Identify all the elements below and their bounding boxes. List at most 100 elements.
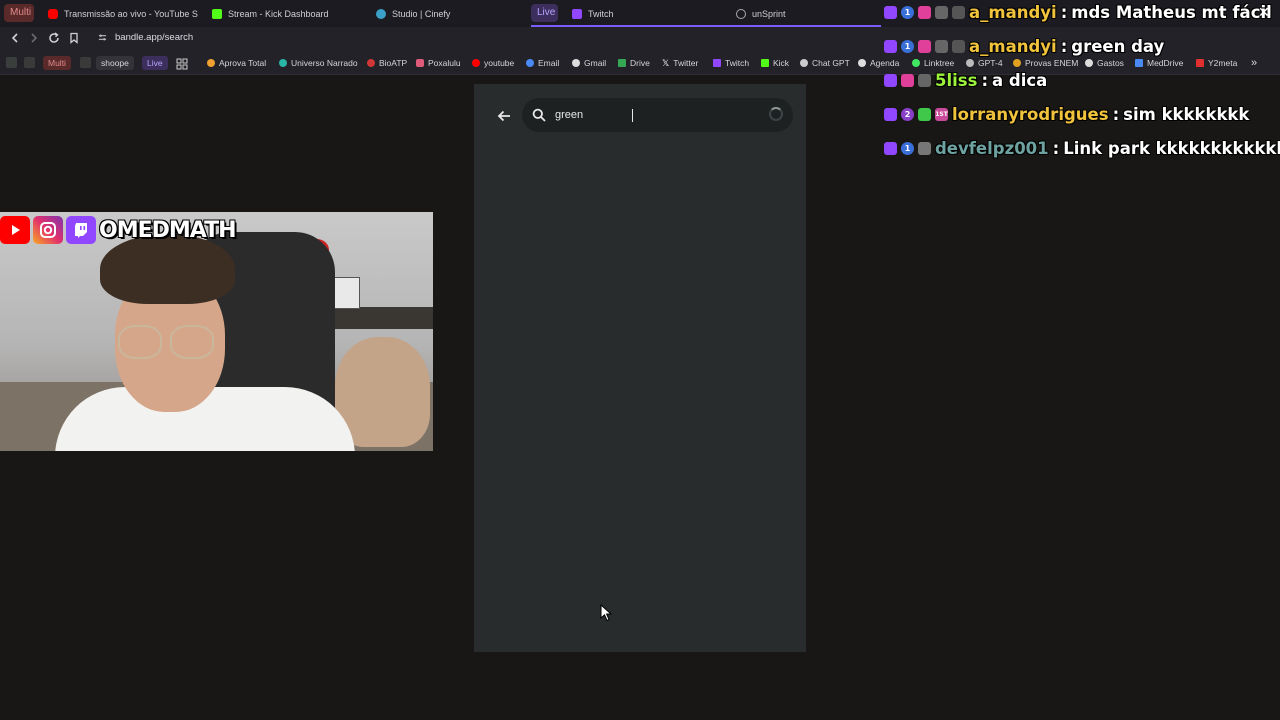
apps-grid-icon[interactable] (176, 57, 188, 70)
forward-nav-icon[interactable] (27, 32, 41, 46)
bookmark-universo-narrado[interactable]: Universo Narrado (279, 55, 358, 71)
avatar-badge-icon (935, 40, 948, 53)
bookmark-gpt4[interactable]: GPT-4 (966, 55, 1003, 71)
avatar-badge-icon (918, 142, 931, 155)
cinefy-icon (376, 8, 386, 19)
chat-message: 5liss : a dica (884, 71, 1047, 90)
tab-cinefy[interactable]: Studio | Cinefy (376, 3, 526, 24)
bookmark-email[interactable]: Email (526, 55, 559, 71)
bookmark-poxalulu[interactable]: Poxalulu (416, 55, 461, 71)
mouse-cursor-icon (600, 604, 612, 622)
tab-label: Twitch (588, 8, 614, 19)
search-box[interactable] (522, 98, 793, 132)
bookmark-label: Twitch (725, 58, 750, 68)
tab-twitch[interactable]: Twitch (572, 3, 722, 24)
bookmark-label: Twitter (673, 58, 699, 68)
tab-unsprint[interactable]: unSprint (736, 3, 876, 24)
app-shortcut-icon[interactable] (24, 57, 35, 68)
bioatp-icon (367, 59, 375, 67)
bookmark-label: MedDrive (1147, 58, 1184, 68)
tab-kick-dashboard[interactable]: Stream - Kick Dashboard (212, 3, 362, 24)
chat-text: green day (1071, 37, 1165, 56)
globe-icon (736, 8, 746, 19)
google-icon (858, 59, 866, 67)
arrow-left-icon (497, 110, 510, 122)
google-icon (572, 59, 580, 67)
y2meta-icon (1196, 59, 1204, 67)
bookmark-label: Poxalulu (428, 58, 461, 68)
google-icon (1085, 59, 1093, 67)
bookmark-gastos[interactable]: Gastos (1085, 55, 1124, 71)
chat-username: a_mandyi (969, 3, 1057, 22)
bookmark-y2meta[interactable]: Y2meta (1196, 55, 1237, 71)
bookmark-group-live[interactable]: Live (142, 56, 168, 70)
bookmark-provas-enem[interactable]: Provas ENEM (1013, 55, 1078, 71)
universo-narrado-icon (279, 59, 287, 67)
bookmark-meddrive[interactable]: MedDrive (1135, 55, 1183, 71)
sub-badge-icon: 1 (901, 6, 914, 19)
gem-badge-icon (918, 6, 931, 19)
kick-icon (212, 8, 222, 19)
kick-icon (761, 59, 769, 67)
twitch-badge-icon (884, 108, 897, 121)
bookmark-label: Drive (630, 58, 650, 68)
bookmark-youtube[interactable]: youtube (472, 55, 514, 71)
social-handle-overlay: OMEDMATH (0, 215, 237, 245)
chat-separator: : (1060, 37, 1068, 56)
bookmark-group-shoope[interactable]: shoope (96, 56, 134, 70)
bookmark-label: BioATP (379, 58, 408, 68)
chat-message: 1 a_mandyi : mds Matheus mt fácil (884, 3, 1272, 22)
tab-youtube-studio[interactable]: Transmissão ao vivo - YouTube Studio (48, 3, 198, 24)
email-icon (526, 59, 534, 67)
bookmark-twitch[interactable]: Twitch (713, 55, 749, 71)
site-info-icon[interactable] (98, 33, 107, 42)
back-nav-icon[interactable] (8, 32, 22, 46)
bookmark-label: Provas ENEM (1025, 58, 1079, 68)
bookmark-label: Kick (773, 58, 790, 68)
aprova-total-icon (207, 59, 215, 67)
twitch-icon (713, 59, 721, 67)
chat-username: devfelpz001 (935, 139, 1049, 158)
reload-icon[interactable] (47, 32, 61, 46)
chat-message: 2 1ST lorranyrodrigues : sim kkkkkkkk (884, 105, 1249, 124)
bookmark-chat-gpt[interactable]: Chat GPT (800, 55, 850, 71)
chat-separator: : (1112, 105, 1120, 124)
bookmark-gmail[interactable]: Gmail (572, 55, 606, 71)
app-shortcut-icon[interactable] (6, 57, 17, 68)
bookmark-group-multi[interactable]: Multi (43, 56, 71, 70)
address-bar[interactable]: bandle.app/search (98, 32, 193, 43)
more-bookmarks-icon[interactable]: » (1251, 55, 1257, 71)
back-arrow-button[interactable] (494, 106, 514, 126)
bookmark-kick[interactable]: Kick (761, 55, 789, 71)
bookmark-label: Aprova Total (219, 58, 267, 68)
tab-label: unSprint (752, 8, 786, 19)
tab-group-live[interactable]: Live (531, 4, 558, 22)
bookmark-label: Chat GPT (812, 58, 850, 68)
bookmark-twitter[interactable]: 𝕏 Twitter (662, 55, 698, 71)
chat-text: sim kkkkkkkk (1123, 105, 1250, 124)
twitch-badge-icon (884, 40, 897, 53)
sub-badge-icon: 1 (901, 40, 914, 53)
folder-icon[interactable] (80, 57, 91, 68)
search-input[interactable] (555, 106, 755, 124)
chat-separator: : (1052, 139, 1060, 158)
glasses-right (170, 325, 214, 359)
bookmark-linktree[interactable]: Linktree (912, 55, 954, 71)
bookmark-agenda[interactable]: Agenda (858, 55, 899, 71)
drive-icon (618, 59, 626, 67)
bookmark-icon[interactable] (67, 32, 81, 46)
first-badge-icon: 1ST (935, 108, 948, 121)
tab-group-multi[interactable]: Multi (4, 4, 34, 22)
bookmark-aprova-total[interactable]: Aprova Total (207, 55, 266, 71)
sub-badge-icon: 2 (901, 108, 914, 121)
bookmark-drive[interactable]: Drive (618, 55, 650, 71)
bookmark-bioatp[interactable]: BioATP (367, 55, 407, 71)
chat-text: a dica (992, 71, 1048, 90)
close-icon[interactable]: ✕ (1258, 4, 1270, 21)
youtube-icon (48, 8, 58, 19)
text-caret (632, 109, 633, 122)
bookmark-label: Y2meta (1208, 58, 1238, 68)
bookmark-label: GPT-4 (978, 58, 1003, 68)
chat-message: 1 a_mandyi : green day (884, 37, 1164, 56)
webcam-feed (0, 212, 433, 451)
